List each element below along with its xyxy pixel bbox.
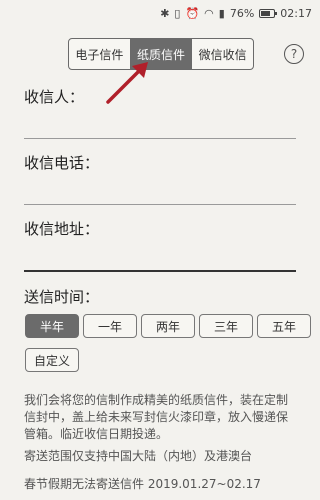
- clock: 02:17: [280, 6, 312, 20]
- address-label: 收信地址：: [24, 220, 100, 238]
- wifi-icon: ◠: [204, 6, 214, 20]
- phone-label: 收信电话：: [24, 154, 100, 172]
- option-one-year[interactable]: 一年: [83, 314, 137, 338]
- recipient-label: 收信人：: [24, 88, 85, 106]
- address-input[interactable]: [24, 270, 296, 272]
- service-description: 我们会将您的信制作成精美的纸质信件，装在定制信封中，盖上给未来写封信火漆印章，放…: [24, 393, 289, 441]
- bluetooth-icon: ✱: [160, 6, 170, 20]
- sim-icon: ▮: [218, 6, 225, 20]
- send-time-label: 送信时间：: [24, 288, 100, 306]
- phone-input[interactable]: [24, 204, 296, 205]
- holiday-note: 春节假期无法寄送信件 2019.01.27~02.17: [24, 477, 261, 491]
- option-half-year[interactable]: 半年: [25, 314, 79, 338]
- option-three-years[interactable]: 三年: [199, 314, 253, 338]
- alarm-icon: ⏰: [185, 6, 200, 20]
- option-five-years[interactable]: 五年: [257, 314, 311, 338]
- option-custom[interactable]: 自定义: [25, 348, 79, 372]
- shipping-scope-note: 寄送范围仅支持中国大陆（内地）及港澳台: [24, 449, 253, 463]
- status-bar: ✱ ▯ ⏰ ◠ ▮ 76% 02:17: [0, 0, 320, 26]
- recipient-input[interactable]: [24, 138, 296, 139]
- red-arrow-annotation: [106, 62, 148, 104]
- battery-icon: [259, 8, 278, 18]
- option-two-years[interactable]: 两年: [141, 314, 195, 338]
- battery-fill: [261, 10, 271, 16]
- help-button[interactable]: ?: [284, 44, 304, 64]
- battery-percent: 76%: [229, 6, 255, 20]
- tab-wechat-receive[interactable]: 微信收信: [192, 39, 253, 69]
- vibrate-icon: ▯: [174, 6, 181, 20]
